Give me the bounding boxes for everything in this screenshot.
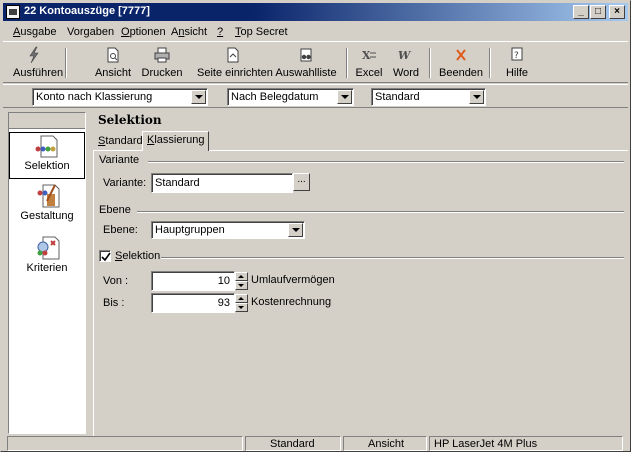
print-button[interactable]: Drucken — [141, 45, 183, 79]
status-cell-view: Ansicht — [343, 436, 427, 451]
to-description: Kostenrechnung — [251, 296, 332, 308]
spin-down-icon[interactable] — [235, 281, 248, 290]
svg-text:W: W — [398, 49, 412, 62]
select-list-button[interactable]: Auswahlliste — [275, 45, 337, 79]
tab-klassierung[interactable]: Klassierung — [142, 131, 210, 151]
run-button[interactable]: Ausführen — [13, 45, 63, 79]
design-icon — [37, 184, 60, 208]
account-order-dropdown[interactable]: Konto nach Klassierung — [32, 88, 208, 106]
excel-button[interactable]: X Excel — [351, 45, 387, 79]
navigation-header — [9, 113, 85, 129]
to-label: Bis : — [103, 297, 125, 309]
from-spinner[interactable] — [235, 272, 248, 290]
status-bar: Standard Ansicht HP LaserJet 4M Plus — [3, 436, 628, 451]
variant-label: Variante: — [103, 177, 147, 189]
menu-ausgabe[interactable]: Ausgabe — [13, 26, 56, 38]
help-icon: ? — [511, 47, 523, 61]
status-cell-layout: Standard — [245, 436, 341, 451]
selection-checkbox[interactable] — [99, 250, 111, 262]
svg-text:X: X — [362, 49, 371, 62]
menu-help[interactable]: ? — [217, 26, 223, 38]
close-x-icon — [456, 49, 466, 61]
toolbar: Ausführen Ansicht Drucken Seite einricht… — [3, 41, 628, 83]
selector-bar: Konto nach Klassierung Nach Belegdatum S… — [3, 84, 628, 108]
level-label: Ebene: — [103, 224, 138, 236]
page-setup-button[interactable]: Seite einrichten — [197, 45, 273, 79]
group-divider — [161, 257, 624, 259]
nav-item-kriterien[interactable]: Kriterien — [9, 233, 85, 280]
close-button[interactable]: × — [609, 5, 625, 19]
criteria-icon — [37, 236, 60, 260]
status-cell-main — [7, 436, 243, 451]
printer-icon — [154, 47, 170, 63]
menu-ansicht[interactable]: Ansicht — [171, 26, 207, 38]
menu-top-secret[interactable]: Top Secret — [235, 26, 288, 38]
help-button[interactable]: ? Hilfe — [503, 45, 531, 79]
application-window: 22 Kontoauszüge [7777] _ □ × Ausgabe Vor… — [0, 0, 631, 452]
binoculars-icon — [300, 48, 312, 62]
group-label-variante: Variante — [99, 154, 140, 166]
menu-bar: Ausgabe Vorgaben Optionen Ansicht ? Top … — [3, 23, 628, 40]
to-spinner[interactable] — [235, 294, 248, 312]
toolbar-separator — [65, 48, 67, 78]
preview-button[interactable]: Ansicht — [93, 45, 133, 79]
from-label: Von : — [103, 275, 129, 287]
group-divider — [137, 211, 624, 213]
spin-up-icon[interactable] — [235, 272, 248, 281]
window-title: 22 Kontoauszüge [7777] — [24, 5, 150, 17]
to-field[interactable]: 93 — [151, 293, 235, 313]
main-panel: Selektion Standard Klassierung Variante … — [93, 109, 628, 436]
layout-dropdown[interactable]: Standard — [371, 88, 486, 106]
svg-text:?: ? — [514, 51, 519, 61]
spin-down-icon[interactable] — [235, 303, 248, 312]
maximize-button[interactable]: □ — [590, 5, 606, 19]
nav-item-gestaltung[interactable]: Gestaltung — [9, 181, 85, 228]
preview-icon — [107, 47, 119, 63]
chevron-down-icon[interactable] — [191, 90, 206, 104]
menu-optionen[interactable]: Optionen — [121, 26, 166, 38]
sort-dropdown[interactable]: Nach Belegdatum — [227, 88, 354, 106]
variant-browse-button[interactable]: ... — [293, 173, 310, 191]
spin-up-icon[interactable] — [235, 294, 248, 303]
from-field[interactable]: 10 — [151, 271, 235, 291]
page-setup-icon — [227, 47, 239, 63]
panel-title: Selektion — [98, 113, 162, 127]
group-divider — [148, 161, 624, 163]
group-label-ebene: Ebene — [99, 204, 131, 216]
excel-icon: X — [362, 49, 376, 62]
variant-field[interactable]: Standard — [151, 173, 293, 193]
app-icon[interactable] — [6, 5, 20, 19]
selection-icon — [35, 135, 58, 158]
from-description: Umlaufvermögen — [251, 274, 335, 286]
chevron-down-icon[interactable] — [469, 90, 484, 104]
word-icon: W — [398, 49, 412, 62]
exit-button[interactable]: Beenden — [439, 45, 483, 79]
navigation-pane: Selektion Gestaltung Kriterien — [8, 112, 86, 434]
word-button[interactable]: W Word — [389, 45, 423, 79]
menu-vorgaben[interactable]: Vorgaben — [67, 26, 114, 38]
nav-item-selektion[interactable]: Selektion — [9, 132, 85, 179]
chevron-down-icon[interactable] — [337, 90, 352, 104]
title-bar[interactable]: 22 Kontoauszüge [7777] _ □ × — [3, 3, 628, 21]
tab-standard[interactable]: Standard — [94, 133, 147, 151]
toolbar-separator — [346, 48, 348, 78]
tab-panel-klassierung: Variante Variante: Standard ... Ebene Eb… — [93, 150, 628, 436]
status-cell-printer: HP LaserJet 4M Plus — [429, 436, 623, 451]
toolbar-separator — [429, 48, 431, 78]
selection-checkbox-label[interactable]: Selektion — [115, 250, 160, 262]
lightning-icon — [29, 46, 39, 64]
checkmark-icon — [101, 252, 111, 262]
toolbar-separator — [489, 48, 491, 78]
chevron-down-icon[interactable] — [288, 223, 303, 237]
level-dropdown[interactable]: Hauptgruppen — [151, 221, 305, 239]
minimize-button[interactable]: _ — [573, 5, 589, 19]
